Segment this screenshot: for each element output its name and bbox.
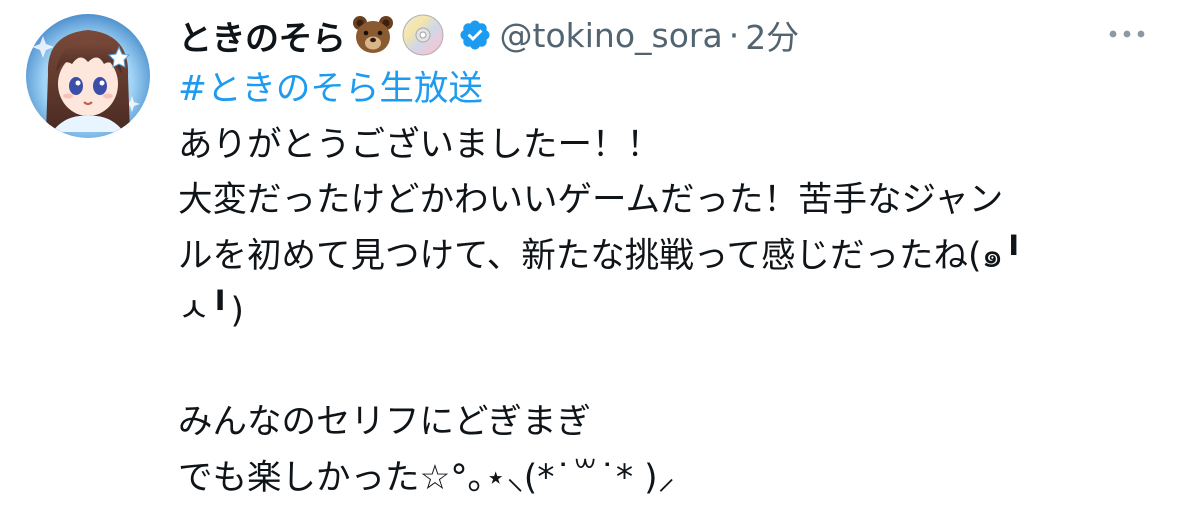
dvd-disc-emoji-icon xyxy=(400,12,446,58)
tweet-header: ときのそら @tokino_sora · 2分 xyxy=(178,8,799,62)
body-line: 大変だったけどかわいいゲームだった！苦手なジャン xyxy=(178,180,1004,220)
body-line: みんなのセリフにどぎまぎ xyxy=(178,402,591,442)
verified-badge-icon[interactable] xyxy=(458,18,492,52)
more-options-icon xyxy=(1109,30,1145,38)
tweet[interactable]: ときのそら @tokino_sora · 2分 #ときのそら生放送 ありがとうご… xyxy=(0,0,1179,507)
hashtag-line: #ときのそら生放送 xyxy=(178,62,1158,118)
separator-dot: · xyxy=(728,15,740,55)
more-options-button[interactable] xyxy=(1105,20,1149,48)
display-name[interactable]: ときのそら xyxy=(178,11,346,60)
body-line-blank xyxy=(178,340,1158,396)
body-line: ㅅ╹) xyxy=(178,291,244,331)
body-line: ありがとうございましたー！！ xyxy=(178,124,661,165)
body-line: でも楽しかった☆°｡⋆⸜(*˙꒳˙* )⸝ xyxy=(178,457,675,498)
timestamp[interactable]: 2分 xyxy=(745,11,799,59)
body-line: ルを初めて見つけて、新たな挑戦って感じだったね(๑╹ xyxy=(178,235,1025,276)
avatar[interactable] xyxy=(26,14,150,138)
handle[interactable]: @tokino_sora xyxy=(500,16,723,55)
hashtag-link[interactable]: #ときのそら生放送 xyxy=(178,69,483,109)
tweet-text: #ときのそら生放送 ありがとうございましたー！！ 大変だったけどかわいいゲームだ… xyxy=(178,62,1158,506)
bear-emoji-icon xyxy=(350,12,396,58)
